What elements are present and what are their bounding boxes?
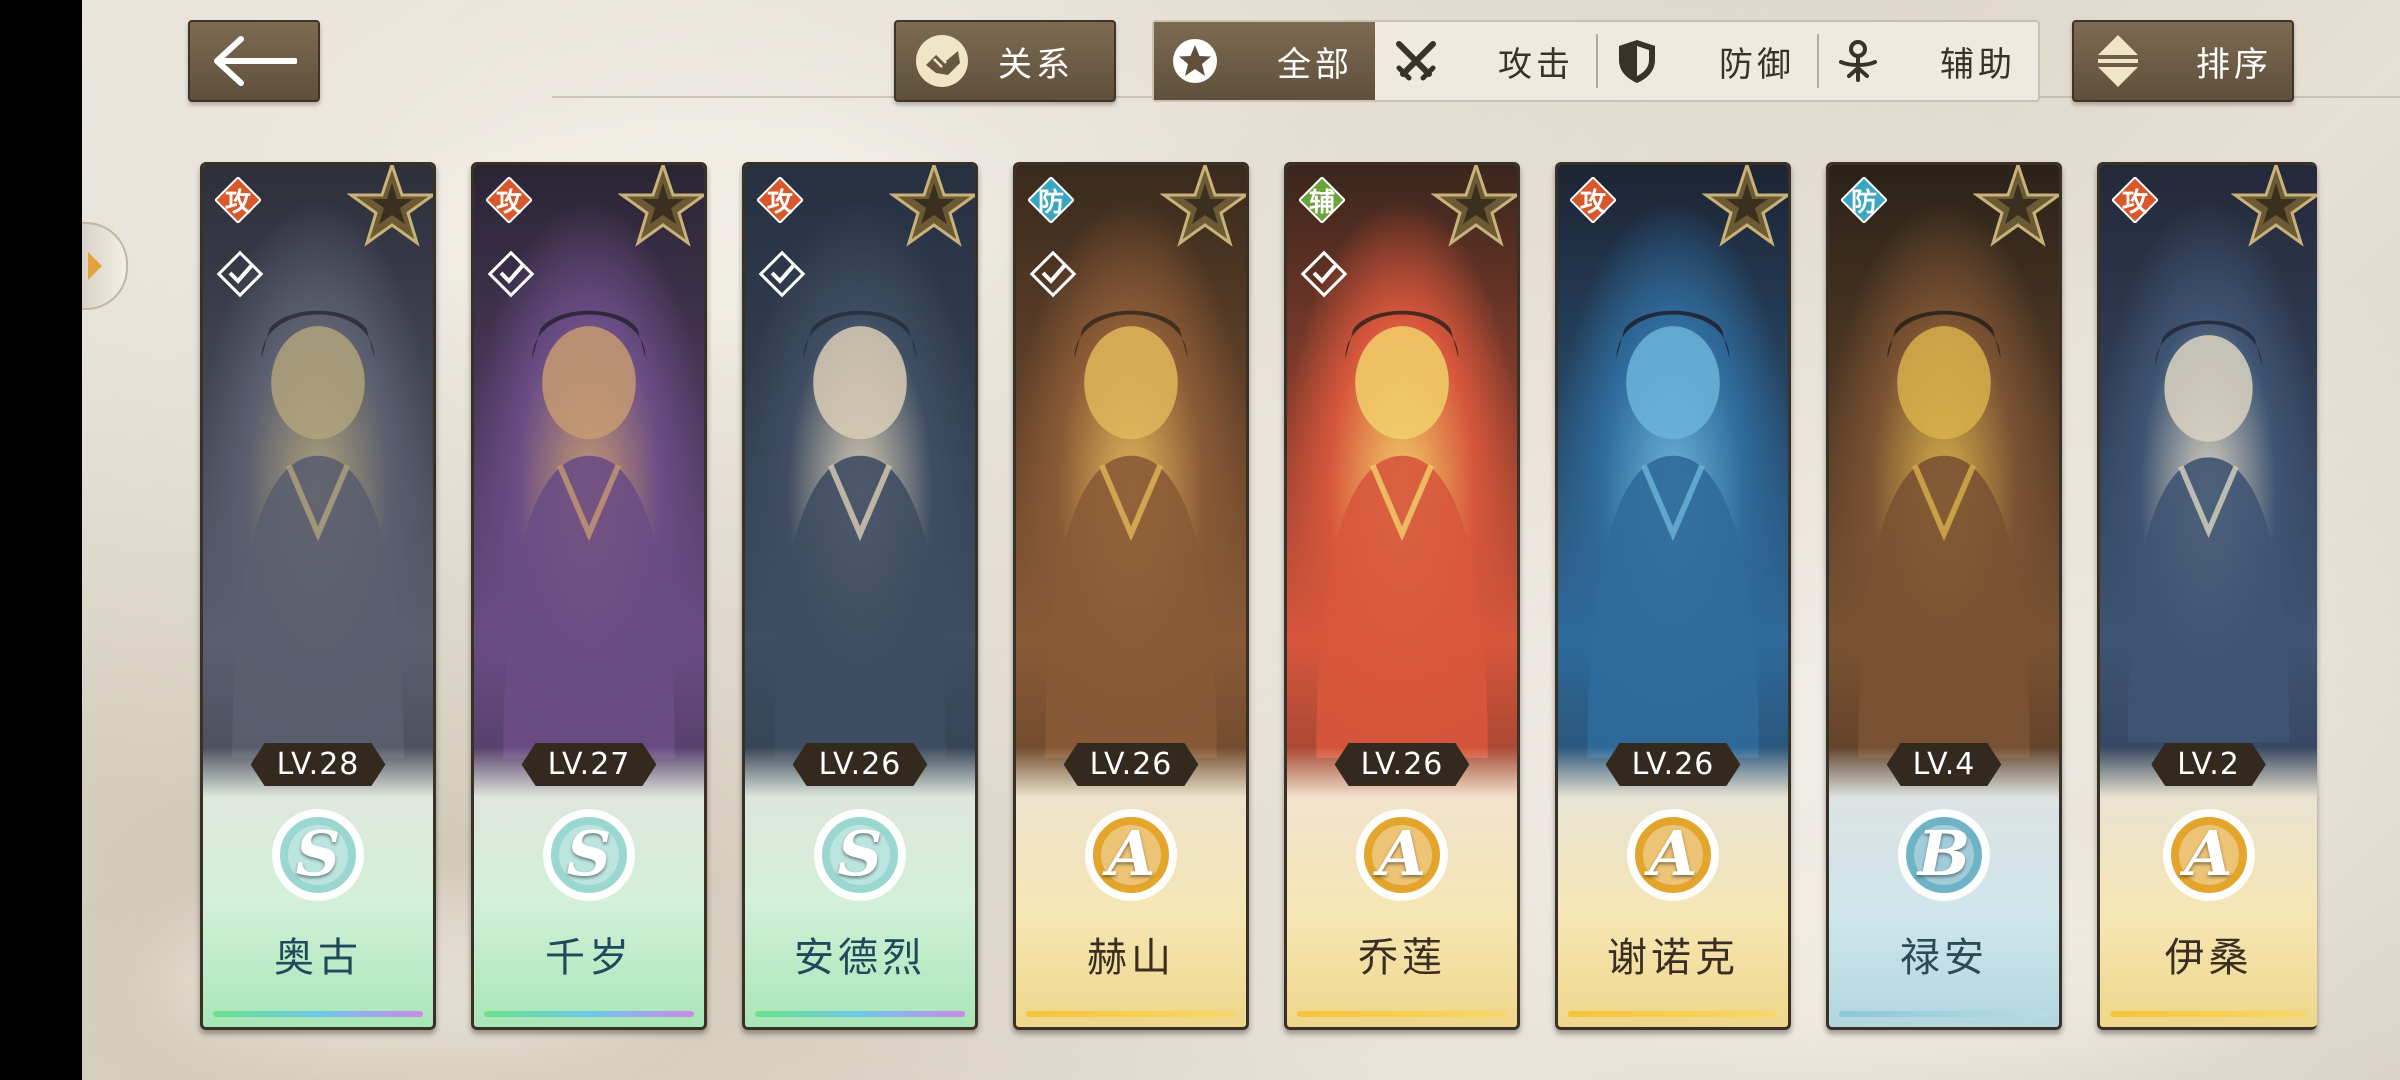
card-accent-bar	[1568, 1011, 1778, 1017]
role-badge: 攻	[1568, 175, 1618, 225]
star-badge-icon	[347, 165, 433, 247]
selected-check-icon	[216, 250, 264, 298]
role-label: 防	[1850, 187, 1877, 218]
sort-arrows-icon	[2098, 35, 2138, 87]
character-card[interactable]: 攻 LV.27 千岁 S	[471, 162, 707, 1030]
star-badge-icon	[618, 165, 704, 247]
selected-check-icon	[1029, 250, 1077, 298]
level-badge: LV.26	[1335, 743, 1470, 786]
tab-defense[interactable]: 防御	[1596, 22, 1817, 100]
selected-check-icon	[1300, 250, 1348, 298]
role-label: 攻	[766, 187, 793, 218]
rank-letter: A	[2184, 817, 2233, 890]
role-label: 攻	[2121, 187, 2148, 218]
character-silhouette	[1587, 310, 1759, 758]
relation-button[interactable]: 关系	[894, 20, 1116, 102]
character-name: 奥古	[274, 935, 362, 981]
character-name: 伊桑	[2164, 935, 2253, 981]
card-accent-bar	[1026, 1011, 1236, 1017]
side-drawer-tab[interactable]	[82, 222, 128, 310]
character-card-list: 攻 LV.28 奥古 S 攻 LV.27 千岁 S 攻 LV.26 安德烈 S …	[200, 162, 2400, 1032]
role-label: 攻	[224, 187, 251, 218]
role-badge: 攻	[484, 175, 534, 225]
rank-letter: S	[566, 817, 612, 890]
hero-roster-screen: 关系 全部 攻击 防御 辅助 排序 攻 LV.28 奥古 S 攻 LV.27 千…	[82, 0, 2400, 1080]
role-label: 防	[1037, 187, 1064, 218]
level-badge: LV.26	[1606, 743, 1741, 786]
tab-support[interactable]: 辅助	[1817, 22, 2038, 100]
star-circle-icon	[1173, 39, 1217, 83]
shield-icon	[1619, 40, 1655, 83]
role-badge: 辅	[1297, 175, 1347, 225]
character-silhouette	[1858, 310, 2030, 758]
relation-label: 关系	[998, 44, 1074, 85]
tab-defense-label: 防御	[1719, 44, 1795, 85]
card-accent-bar	[213, 1011, 423, 1017]
star-badge-icon	[889, 165, 975, 247]
rank-letter: S	[295, 817, 341, 890]
star-badge-icon	[1702, 165, 1788, 247]
rank-letter: S	[837, 817, 883, 890]
back-button[interactable]	[188, 20, 320, 102]
character-card[interactable]: 防 LV.4 禄安 B	[1826, 162, 2062, 1030]
character-card[interactable]: 辅 LV.26 乔莲 A	[1284, 162, 1520, 1030]
character-card[interactable]: 攻 LV.26 安德烈 S	[742, 162, 978, 1030]
role-badge: 攻	[213, 175, 263, 225]
level-badge: LV.2	[2151, 743, 2266, 786]
card-accent-bar	[1839, 1011, 2049, 1017]
level-badge: LV.26	[793, 743, 928, 786]
role-filter-tabs: 全部 攻击 防御 辅助	[1152, 20, 2040, 102]
character-card[interactable]: 防 LV.26 赫山 A	[1013, 162, 1249, 1030]
support-figure-icon	[1839, 40, 1877, 82]
handshake-icon	[916, 35, 968, 87]
star-badge-icon	[1431, 165, 1517, 247]
tab-all[interactable]: 全部	[1154, 22, 1375, 100]
tab-attack-label: 攻击	[1498, 44, 1574, 85]
role-badge: 防	[1839, 175, 1889, 225]
card-accent-bar	[755, 1011, 965, 1017]
character-name: 安德烈	[794, 935, 926, 981]
card-accent-bar	[2110, 1011, 2307, 1017]
character-name: 千岁	[545, 935, 633, 981]
crossed-swords-icon	[1396, 41, 1436, 81]
level-badge: LV.26	[1064, 743, 1199, 786]
role-badge: 攻	[755, 175, 805, 225]
rank-letter: A	[1106, 817, 1156, 890]
character-name: 禄安	[1900, 935, 1988, 981]
character-silhouette	[2127, 320, 2290, 743]
sort-label: 排序	[2196, 44, 2272, 85]
tab-support-label: 辅助	[1940, 44, 2016, 85]
rank-letter: B	[1917, 817, 1971, 890]
star-badge-icon	[2231, 165, 2317, 247]
sort-button[interactable]: 排序	[2072, 20, 2294, 102]
character-name: 谢诺克	[1607, 935, 1739, 981]
character-card[interactable]: 攻 LV.28 奥古 S	[200, 162, 436, 1030]
rank-letter: A	[1648, 817, 1698, 890]
level-badge: LV.4	[1887, 743, 2002, 786]
rank-letter: A	[1377, 817, 1427, 890]
card-accent-bar	[484, 1011, 694, 1017]
selected-check-icon	[487, 250, 535, 298]
arrow-left-icon	[214, 36, 297, 86]
tab-all-label: 全部	[1277, 44, 1353, 85]
star-badge-icon	[1973, 165, 2059, 247]
level-badge: LV.28	[251, 743, 386, 786]
role-label: 辅	[1308, 187, 1335, 218]
role-badge: 防	[1026, 175, 1076, 225]
character-card[interactable]: 攻 LV.2 伊桑 A	[2097, 162, 2317, 1030]
card-accent-bar	[1297, 1011, 1507, 1017]
character-name: 赫山	[1087, 935, 1175, 981]
role-badge: 攻	[2110, 175, 2160, 225]
character-card[interactable]: 攻 LV.26 谢诺克 A	[1555, 162, 1791, 1030]
tab-attack[interactable]: 攻击	[1375, 22, 1596, 100]
role-label: 攻	[1579, 187, 1606, 218]
character-name: 乔莲	[1358, 935, 1446, 981]
star-badge-icon	[1160, 165, 1246, 247]
role-label: 攻	[495, 187, 522, 218]
level-badge: LV.27	[522, 743, 657, 786]
selected-check-icon	[758, 250, 806, 298]
